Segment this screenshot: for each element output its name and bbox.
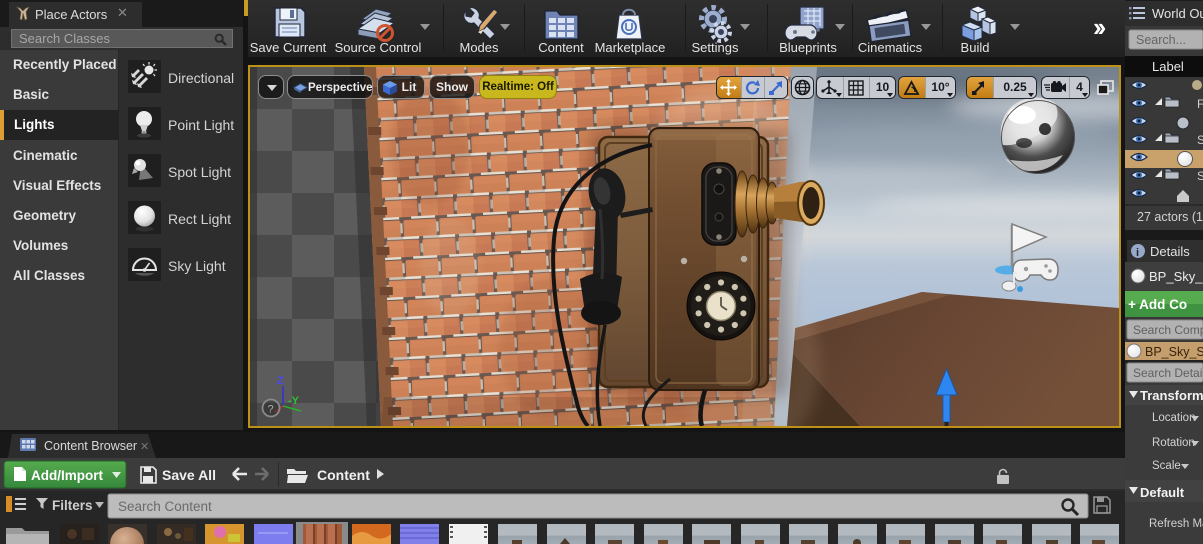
svg-text:Content: Content bbox=[317, 467, 370, 483]
svg-text:✕: ✕ bbox=[140, 441, 149, 453]
svg-text:S: S bbox=[1197, 133, 1203, 147]
svg-text:+ Add Co: + Add Co bbox=[1128, 297, 1187, 312]
svg-text:BP_Sky_S: BP_Sky_S bbox=[1145, 345, 1203, 359]
svg-text:Label: Label bbox=[1152, 59, 1184, 74]
svg-text:Z: Z bbox=[277, 375, 284, 387]
svg-text:-Y: -Y bbox=[288, 395, 300, 407]
svg-text:World Ou: World Ou bbox=[1152, 6, 1203, 21]
svg-text:Scale: Scale bbox=[1152, 460, 1181, 472]
svg-text:Search Detail: Search Detail bbox=[1133, 366, 1203, 380]
svg-text:27 actors (1: 27 actors (1 bbox=[1137, 210, 1203, 224]
svg-text:Search...: Search... bbox=[1136, 33, 1186, 47]
svg-text:Rotation: Rotation bbox=[1152, 437, 1195, 449]
svg-text:F: F bbox=[1197, 97, 1203, 111]
svg-text:Search Comp: Search Comp bbox=[1133, 323, 1203, 337]
svg-text:Default: Default bbox=[1140, 485, 1185, 500]
svg-text:Add/Import: Add/Import bbox=[31, 468, 103, 483]
svg-text:Search Content: Search Content bbox=[118, 499, 212, 514]
svg-text:Save All: Save All bbox=[162, 467, 216, 483]
svg-text:BP_Sky_S: BP_Sky_S bbox=[1149, 269, 1203, 284]
svg-text:Location: Location bbox=[1152, 412, 1195, 424]
svg-text:Details: Details bbox=[1150, 244, 1190, 259]
svg-text:S: S bbox=[1197, 169, 1203, 183]
svg-text:Content Browser: Content Browser bbox=[44, 439, 137, 453]
svg-text:Refresh Mat: Refresh Mat bbox=[1149, 518, 1203, 530]
svg-text:i: i bbox=[1136, 247, 1139, 259]
svg-text:Transform: Transform bbox=[1140, 388, 1203, 403]
svg-text:?: ? bbox=[268, 404, 274, 416]
svg-text:Filters: Filters bbox=[52, 498, 93, 513]
